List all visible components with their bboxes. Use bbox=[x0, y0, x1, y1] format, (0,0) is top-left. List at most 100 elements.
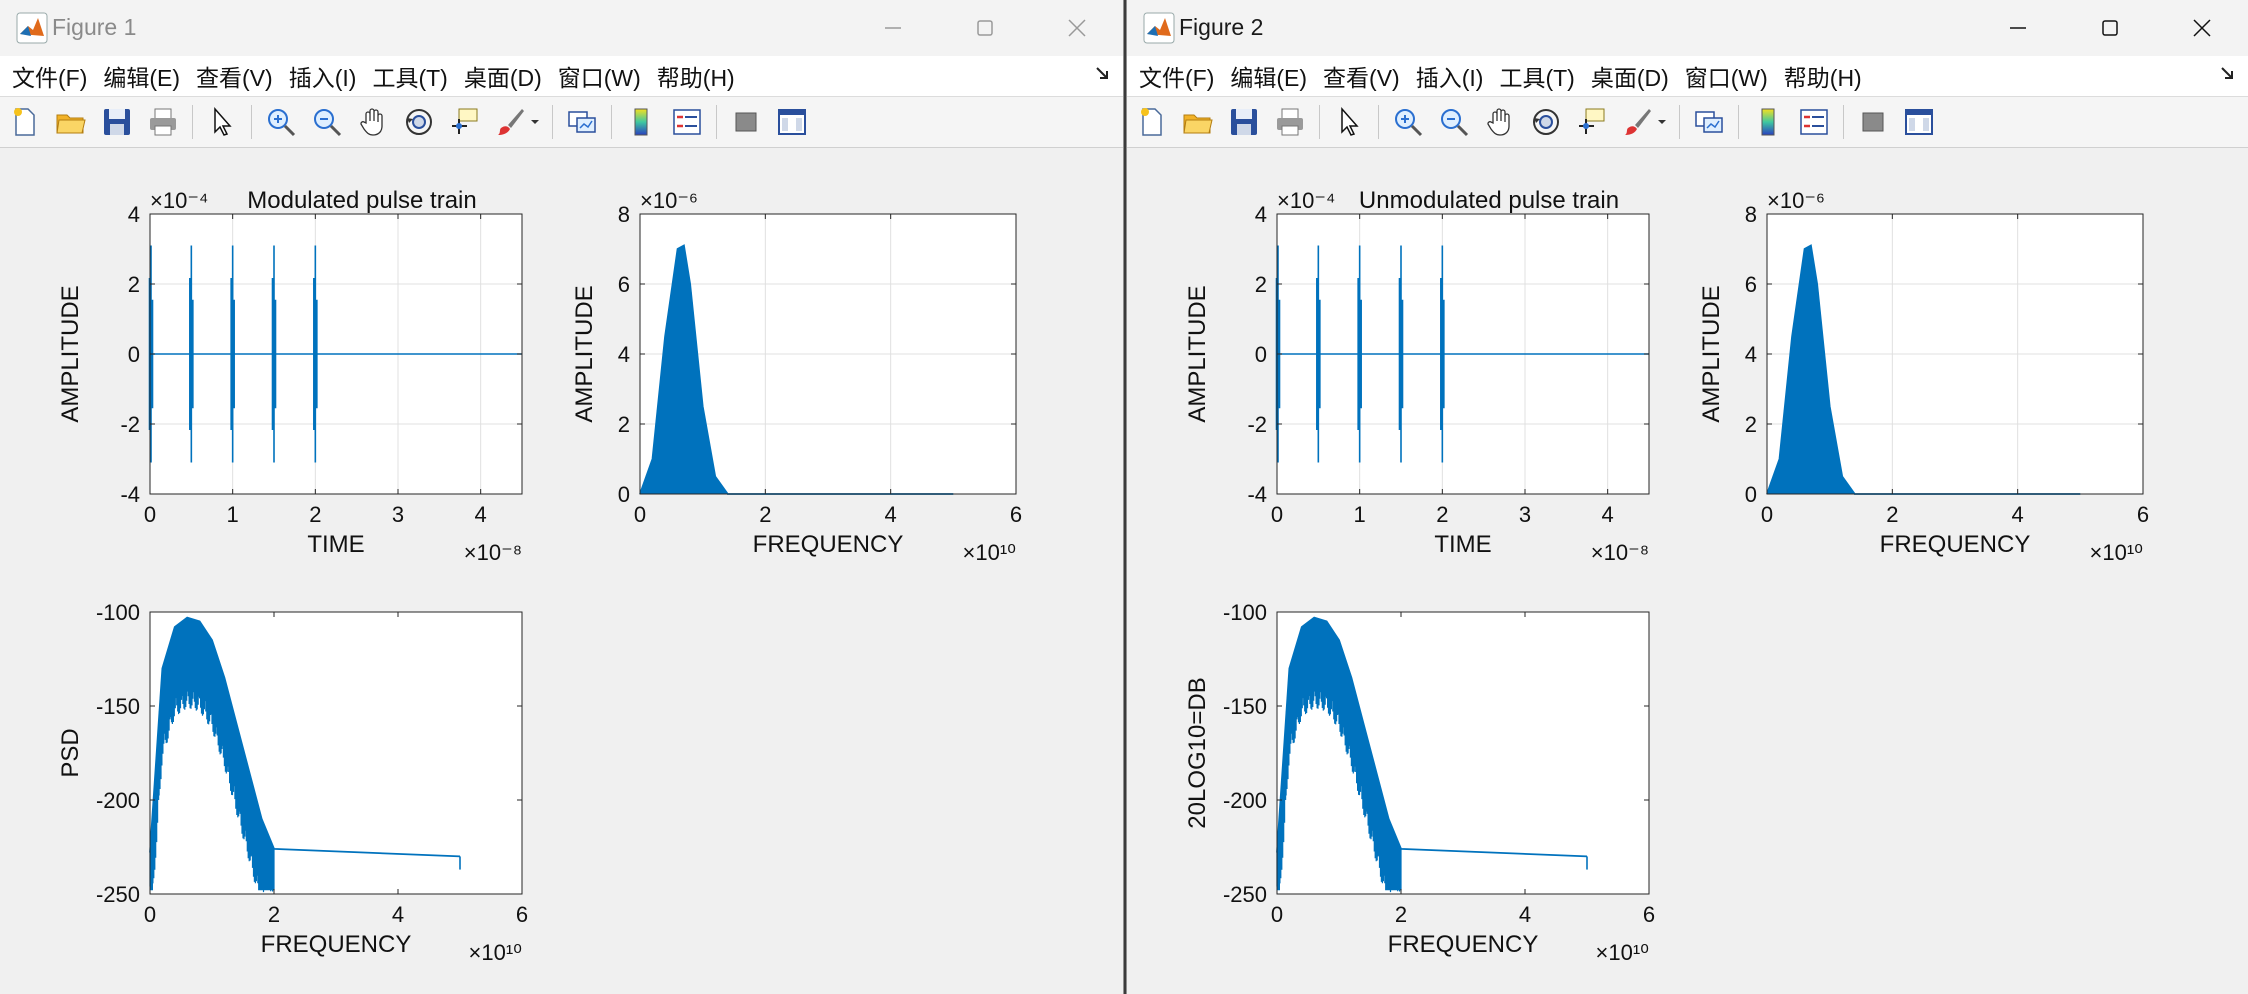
dock-arrow-icon[interactable] bbox=[1093, 64, 1113, 84]
x-tick-label: 1 bbox=[1354, 502, 1366, 527]
link-plot-button[interactable] bbox=[1692, 105, 1726, 139]
data-cursor-button[interactable] bbox=[448, 105, 482, 139]
data-cursor-button[interactable] bbox=[1575, 105, 1609, 139]
x-tick-label: 6 bbox=[1643, 902, 1655, 927]
open-file-button[interactable] bbox=[54, 105, 88, 139]
minimize-button[interactable] bbox=[847, 0, 939, 56]
menu-file[interactable]: 文件(F) bbox=[1139, 59, 1214, 93]
y-tick-label: -100 bbox=[1223, 600, 1267, 625]
y-tick-label: -200 bbox=[1223, 788, 1267, 813]
close-button[interactable] bbox=[2156, 0, 2248, 56]
menu-help[interactable]: 帮助(H) bbox=[657, 59, 735, 93]
zoom-out-button[interactable] bbox=[310, 105, 344, 139]
new-figure-button[interactable] bbox=[8, 105, 42, 139]
menu-tools[interactable]: 工具(T) bbox=[372, 59, 447, 93]
pan-hand-icon bbox=[360, 108, 383, 136]
print-icon bbox=[1277, 108, 1303, 136]
y-tick-label: 2 bbox=[618, 412, 630, 437]
x-tick-label: 3 bbox=[392, 502, 404, 527]
maximize-icon bbox=[977, 20, 993, 36]
menu-window[interactable]: 窗口(W) bbox=[1685, 59, 1768, 93]
print-button[interactable] bbox=[146, 105, 180, 139]
print-button[interactable] bbox=[1273, 105, 1307, 139]
y-exponent-label: ×10⁻⁶ bbox=[1767, 188, 1825, 213]
figure-canvas[interactable]: 0 1 2 3 4 4 2 0 -2 -4 TIME AMPLITUDE ×10⁻⁴ ×10⁻⁸ Unmod… bbox=[1127, 150, 2248, 994]
brush-dropdown[interactable] bbox=[530, 105, 540, 139]
close-button[interactable] bbox=[1031, 0, 1123, 56]
dock-arrow-icon[interactable] bbox=[2218, 64, 2238, 84]
legend-icon bbox=[1800, 109, 1828, 135]
window-title: Figure 2 bbox=[1179, 14, 1264, 40]
menu-desktop[interactable]: 桌面(D) bbox=[464, 59, 542, 93]
toolbar-separator bbox=[1319, 105, 1320, 139]
window-title: Figure 1 bbox=[52, 14, 137, 40]
folder-open-icon bbox=[56, 114, 86, 134]
x-tick-label: 4 bbox=[885, 502, 897, 527]
menu-view[interactable]: 查看(V) bbox=[196, 59, 273, 93]
figure-canvas[interactable]: 0 1 2 3 4 4 2 0 -2 -4 TIME AMPLITUDE ×10⁻⁴ ×10⁻⁸ Modul… bbox=[0, 150, 1124, 994]
rotate-3d-button[interactable] bbox=[402, 105, 436, 139]
menu-insert[interactable]: 插入(I) bbox=[1416, 59, 1484, 93]
y-axis-label: 20LOG10=DB bbox=[1184, 677, 1211, 828]
menu-tools[interactable]: 工具(T) bbox=[1499, 59, 1574, 93]
hide-plot-tools-button[interactable] bbox=[729, 105, 763, 139]
menu-edit[interactable]: 编辑(E) bbox=[1230, 59, 1307, 93]
figure-toolbar bbox=[1127, 96, 2248, 148]
toolbar-separator bbox=[552, 105, 553, 139]
rotate-3d-button[interactable] bbox=[1529, 105, 1563, 139]
zoom-out-button[interactable] bbox=[1437, 105, 1471, 139]
insert-colorbar-button[interactable] bbox=[1751, 105, 1785, 139]
link-plot-icon bbox=[1695, 111, 1723, 133]
edit-plot-button[interactable] bbox=[1332, 105, 1366, 139]
x-tick-label: 4 bbox=[392, 902, 404, 927]
edit-plot-button[interactable] bbox=[205, 105, 239, 139]
title-bar[interactable]: Figure 2 bbox=[1127, 0, 2248, 56]
menu-help[interactable]: 帮助(H) bbox=[1784, 59, 1862, 93]
link-plot-button[interactable] bbox=[565, 105, 599, 139]
y-tick-label: 0 bbox=[128, 342, 140, 367]
show-plot-tools-button[interactable] bbox=[775, 105, 809, 139]
menu-view[interactable]: 查看(V) bbox=[1323, 59, 1400, 93]
x-tick-label: 0 bbox=[1761, 502, 1773, 527]
x-exponent-label: ×10¹⁰ bbox=[1596, 940, 1650, 965]
toolbar-separator bbox=[716, 105, 717, 139]
hide-plot-tools-button[interactable] bbox=[1856, 105, 1890, 139]
x-axis-label: FREQUENCY bbox=[261, 931, 412, 958]
insert-colorbar-button[interactable] bbox=[624, 105, 658, 139]
zoom-in-button[interactable] bbox=[1391, 105, 1425, 139]
chevron-down-icon bbox=[1658, 120, 1666, 124]
y-tick-label: -2 bbox=[120, 412, 140, 437]
menu-edit[interactable]: 编辑(E) bbox=[103, 59, 180, 93]
pan-button[interactable] bbox=[1483, 105, 1517, 139]
brush-button[interactable] bbox=[1621, 105, 1655, 139]
title-bar[interactable]: Figure 1 bbox=[0, 0, 1123, 56]
y-tick-label: 4 bbox=[618, 342, 630, 367]
y-tick-label: 6 bbox=[1745, 272, 1757, 297]
maximize-button[interactable] bbox=[939, 0, 1031, 56]
save-button[interactable] bbox=[1227, 105, 1261, 139]
insert-legend-button[interactable] bbox=[1797, 105, 1831, 139]
zoom-in-button[interactable] bbox=[264, 105, 298, 139]
insert-legend-button[interactable] bbox=[670, 105, 704, 139]
y-axis-label: AMPLITUDE bbox=[571, 285, 598, 422]
new-figure-button[interactable] bbox=[1135, 105, 1169, 139]
chevron-down-icon bbox=[531, 120, 539, 124]
menu-window[interactable]: 窗口(W) bbox=[558, 59, 641, 93]
x-tick-label: 0 bbox=[144, 502, 156, 527]
show-plot-tools-button[interactable] bbox=[1902, 105, 1936, 139]
subplot: 0 2 4 6 -100 -150 -200 -250 FREQUENCY 20LOG10=DB ×… bbox=[1184, 600, 1655, 965]
menu-file[interactable]: 文件(F) bbox=[12, 59, 87, 93]
open-file-button[interactable] bbox=[1181, 105, 1215, 139]
y-tick-label: -4 bbox=[120, 482, 140, 507]
x-tick-label: 2 bbox=[1436, 502, 1448, 527]
menu-desktop[interactable]: 桌面(D) bbox=[1591, 59, 1669, 93]
maximize-button[interactable] bbox=[2064, 0, 2156, 56]
brush-dropdown[interactable] bbox=[1657, 105, 1667, 139]
pointer-arrow-icon bbox=[214, 107, 232, 136]
minimize-button[interactable] bbox=[1972, 0, 2064, 56]
pan-button[interactable] bbox=[356, 105, 390, 139]
brush-button[interactable] bbox=[494, 105, 528, 139]
save-button[interactable] bbox=[100, 105, 134, 139]
menu-insert[interactable]: 插入(I) bbox=[289, 59, 357, 93]
x-axis-label: TIME bbox=[307, 531, 364, 558]
